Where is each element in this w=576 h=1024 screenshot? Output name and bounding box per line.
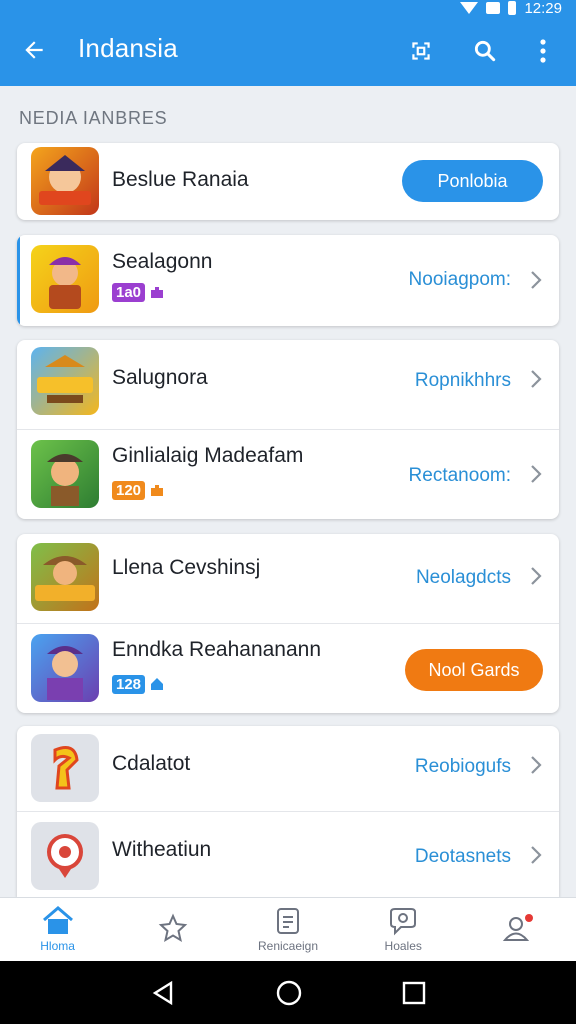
list-item[interactable]: Witheatiun Deotasnets [17, 811, 559, 898]
chevron-right-icon [531, 370, 542, 388]
more-vert-icon [540, 39, 546, 63]
bottom-navigation: Hloma Renicaeign Hoales [0, 897, 576, 961]
game-title: Salugnora [112, 366, 208, 389]
game-logo-icon [53, 746, 79, 790]
game-card: Sealagonn 1a0 Nooiagpom: [17, 235, 559, 326]
row-action-link[interactable]: Neolagdcts [416, 567, 511, 589]
level-badge: 1a0 [112, 282, 165, 302]
system-navigation-bar [0, 961, 576, 1024]
nav-item-profile[interactable] [461, 898, 576, 961]
row-action-link[interactable]: Ropnikhhrs [415, 370, 511, 392]
game-card: Llena Cevshinsj Neolagdcts Enndka Reahan… [17, 534, 559, 713]
game-card: Cdalatot Reobiogufs Witheatiun Deotasnet… [17, 726, 559, 898]
nav-item-chats[interactable]: Hoales [346, 898, 461, 961]
system-recents-icon[interactable] [401, 980, 427, 1006]
chevron-right-icon [531, 271, 542, 289]
search-icon [474, 40, 496, 62]
list-item[interactable]: Cdalatot Reobiogufs [17, 726, 559, 811]
level-badge: 120 [112, 480, 165, 500]
page-title: Indansia [78, 33, 178, 63]
list-item[interactable]: Sealagonn 1a0 Nooiagpom: [17, 235, 559, 326]
battery-icon [508, 1, 517, 15]
game-character-icon [39, 155, 91, 205]
nav-label: Renicaeign [257, 939, 319, 953]
chevron-right-icon [531, 465, 542, 483]
game-character-icon [49, 257, 81, 309]
game-character-icon [37, 355, 93, 403]
primary-action-button[interactable]: Ponlobia [402, 160, 543, 202]
profile-icon [503, 914, 534, 941]
nav-item-documents[interactable]: Renicaeign [230, 898, 345, 961]
game-thumbnail [31, 543, 99, 611]
wifi-icon [486, 2, 501, 14]
game-card: Beslue Ranaia Ponlobia [17, 143, 559, 220]
game-thumbnail [31, 147, 99, 215]
location-pin-icon [47, 834, 83, 878]
game-thumbnail [31, 734, 99, 802]
chevron-right-icon [531, 846, 542, 864]
section-header: NEDIA IANBRES [19, 108, 168, 128]
game-thumbnail [31, 347, 99, 415]
game-title: Sealagonn [112, 250, 213, 273]
list-item[interactable]: Enndka Reahananann 128 Nool Gards [17, 623, 559, 713]
puzzle-icon [151, 287, 164, 298]
back-arrow-icon [25, 41, 43, 59]
status-time: 12:29 [524, 0, 562, 17]
status-bar: 12:29 [460, 0, 562, 17]
nav-label: Hloma [40, 939, 75, 953]
star-icon [158, 913, 188, 943]
nav-item-favorites[interactable] [115, 898, 230, 961]
game-character-icon [35, 556, 95, 601]
list-item[interactable]: Llena Cevshinsj Neolagdcts [17, 534, 559, 623]
game-thumbnail [31, 822, 99, 890]
game-title: Witheatiun [112, 838, 212, 861]
list-item[interactable]: Ginlialaig Madeafam 120 Rectanoom: [17, 429, 559, 519]
document-icon [277, 908, 299, 934]
game-title: Cdalatot [112, 752, 191, 775]
game-thumbnail [31, 634, 99, 702]
list-item[interactable]: Beslue Ranaia Ponlobia [17, 143, 559, 220]
list-item[interactable]: Salugnora Ropnikhhrs [17, 340, 559, 429]
primary-action-button[interactable]: Nool Gards [405, 649, 543, 691]
game-title: Enndka Reahananann [112, 638, 322, 661]
chevron-right-icon [531, 756, 542, 774]
app-bar: 12:29 Indansia [0, 0, 576, 86]
game-title: Beslue Ranaia [112, 168, 249, 191]
chat-icon [390, 908, 417, 936]
back-button[interactable] [18, 34, 50, 66]
signal-icon [460, 2, 479, 14]
game-card: Salugnora Ropnikhhrs Ginlialaig Madeafam… [17, 340, 559, 519]
home-icon [42, 906, 73, 934]
game-thumbnail [31, 245, 99, 313]
row-action-link[interactable]: Nooiagpom: [409, 269, 511, 291]
search-button[interactable] [470, 36, 500, 66]
nav-label: Hoales [384, 939, 422, 953]
house-icon [151, 678, 164, 690]
row-action-link[interactable]: Deotasnets [415, 846, 511, 868]
game-character-icon [47, 646, 83, 700]
row-action-link[interactable]: Reobiogufs [415, 756, 511, 778]
scan-button[interactable] [406, 36, 436, 66]
game-character-icon [47, 454, 83, 506]
game-title: Llena Cevshinsj [112, 556, 261, 579]
game-thumbnail [31, 440, 99, 508]
level-badge: 128 [112, 674, 165, 694]
overflow-menu-button[interactable] [528, 36, 558, 66]
system-home-icon[interactable] [274, 978, 304, 1008]
system-back-icon[interactable] [149, 979, 177, 1007]
chevron-right-icon [531, 567, 542, 585]
nav-item-home[interactable]: Hloma [0, 898, 115, 961]
row-action-link[interactable]: Rectanoom: [409, 465, 511, 487]
scan-icon [412, 42, 430, 60]
puzzle-icon [151, 485, 164, 496]
game-title: Ginlialaig Madeafam [112, 444, 304, 467]
